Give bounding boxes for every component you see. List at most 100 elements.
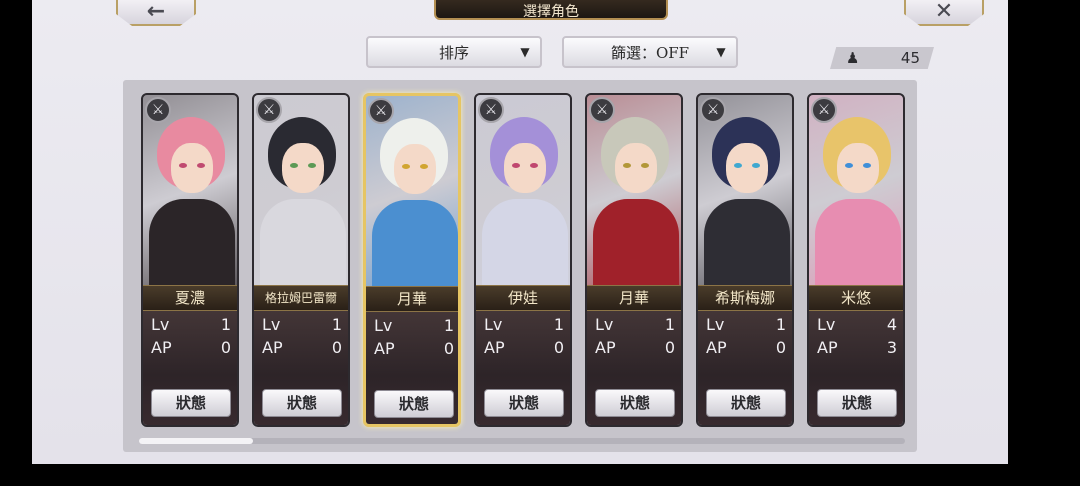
person-icon: ♟ — [846, 49, 860, 67]
character-card[interactable]: ⚔ 希斯梅娜 Lv 1 AP 0 狀態 — [696, 93, 794, 427]
character-portrait — [587, 95, 681, 289]
ap-value: 0 — [775, 338, 786, 357]
level-label: Lv — [817, 315, 836, 334]
portrait-body — [372, 200, 458, 290]
status-button[interactable]: 狀態 — [374, 390, 454, 418]
character-card[interactable]: ⚔ 夏濃 Lv 1 AP 0 狀態 — [141, 93, 239, 427]
character-name: 米悠 — [809, 285, 903, 311]
ap-label: AP — [817, 338, 838, 357]
status-button[interactable]: 狀態 — [484, 389, 564, 417]
portrait-eye — [530, 163, 538, 168]
status-button[interactable]: 狀態 — [706, 389, 786, 417]
ap-value: 0 — [553, 338, 564, 357]
portrait-face — [504, 143, 546, 193]
ap-row: AP 0 — [706, 338, 786, 358]
portrait-eye — [420, 164, 428, 169]
status-button[interactable]: 狀態 — [151, 389, 231, 417]
close-button[interactable]: ✕ — [904, 0, 984, 26]
portrait-body — [593, 199, 679, 289]
weapon-class-icon: ⚔ — [145, 97, 171, 123]
portrait-eye — [752, 163, 760, 168]
level-label: Lv — [262, 315, 281, 334]
character-name: 月華 — [587, 285, 681, 311]
ap-row: AP 3 — [817, 338, 897, 358]
portrait-eye — [512, 163, 520, 168]
level-row: Lv 1 — [595, 315, 675, 335]
ap-label: AP — [262, 338, 283, 357]
portrait-face — [615, 143, 657, 193]
portrait-face — [394, 144, 436, 194]
portrait-face — [282, 143, 324, 193]
level-row: Lv 1 — [484, 315, 564, 335]
status-button[interactable]: 狀態 — [817, 389, 897, 417]
ap-row: AP 0 — [595, 338, 675, 358]
character-portrait — [143, 95, 237, 289]
portrait-eye — [641, 163, 649, 168]
chevron-down-icon: ▼ — [716, 45, 726, 59]
sort-dropdown[interactable]: 排序 ▼ — [366, 36, 542, 68]
ap-row: AP 0 — [262, 338, 342, 358]
portrait-eye — [845, 163, 853, 168]
character-card[interactable]: ⚔ 伊娃 Lv 1 AP 0 狀態 — [474, 93, 572, 427]
level-label: Lv — [595, 315, 614, 334]
back-arrow-icon: ← — [146, 0, 166, 24]
filter-label: 篩選：OFF — [610, 43, 690, 62]
level-label: Lv — [374, 316, 393, 335]
character-card[interactable]: ⚔ 米悠 Lv 4 AP 3 狀態 — [807, 93, 905, 427]
portrait-eye — [734, 163, 742, 168]
level-value: 1 — [664, 315, 675, 334]
portrait-face — [837, 143, 879, 193]
portrait-body — [704, 199, 790, 289]
character-card[interactable]: ⚔ 格拉姆巴雷爾 Lv 1 AP 0 狀態 — [252, 93, 350, 427]
character-name: 月華 — [366, 286, 458, 312]
ap-row: AP 0 — [151, 338, 231, 358]
back-button[interactable]: ← — [116, 0, 196, 26]
ap-label: AP — [484, 338, 505, 357]
character-portrait — [809, 95, 903, 289]
ap-value: 0 — [664, 338, 675, 357]
character-name: 格拉姆巴雷爾 — [254, 285, 348, 311]
level-value: 1 — [331, 315, 342, 334]
character-count: ♟ 45 — [830, 47, 934, 69]
ap-label: AP — [374, 339, 395, 358]
ap-value: 0 — [331, 338, 342, 357]
level-row: Lv 1 — [374, 316, 454, 336]
portrait-eye — [863, 163, 871, 168]
weapon-class-icon: ⚔ — [811, 97, 837, 123]
sort-label: 排序 — [438, 43, 469, 62]
portrait-body — [149, 199, 235, 289]
ap-value: 0 — [220, 338, 231, 357]
character-card[interactable]: ⚔ 月華 Lv 1 AP 0 狀態 — [363, 93, 461, 427]
level-row: Lv 1 — [151, 315, 231, 335]
character-name: 伊娃 — [476, 285, 570, 311]
scrollbar-track[interactable] — [139, 438, 905, 444]
ap-row: AP 0 — [484, 338, 564, 358]
status-button[interactable]: 狀態 — [262, 389, 342, 417]
level-value: 1 — [443, 316, 454, 335]
scrollbar-thumb[interactable] — [139, 438, 253, 444]
character-portrait — [254, 95, 348, 289]
level-value: 1 — [220, 315, 231, 334]
ap-label: AP — [595, 338, 616, 357]
portrait-eye — [402, 164, 410, 169]
character-count-value: 45 — [900, 49, 920, 67]
level-value: 4 — [886, 315, 897, 334]
filter-dropdown[interactable]: 篩選：OFF ▼ — [562, 36, 738, 68]
page-title: 選擇角色 — [434, 0, 668, 20]
portrait-eye — [197, 163, 205, 168]
portrait-eye — [179, 163, 187, 168]
status-button[interactable]: 狀態 — [595, 389, 675, 417]
level-row: Lv 1 — [706, 315, 786, 335]
level-value: 1 — [775, 315, 786, 334]
portrait-eye — [623, 163, 631, 168]
portrait-body — [260, 199, 346, 289]
portrait-eye — [308, 163, 316, 168]
level-label: Lv — [706, 315, 725, 334]
character-portrait — [698, 95, 792, 289]
character-card[interactable]: ⚔ 月華 Lv 1 AP 0 狀態 — [585, 93, 683, 427]
weapon-class-icon: ⚔ — [589, 97, 615, 123]
portrait-body — [482, 199, 568, 289]
character-name: 夏濃 — [143, 285, 237, 311]
character-name: 希斯梅娜 — [698, 285, 792, 311]
ap-value: 3 — [886, 338, 897, 357]
